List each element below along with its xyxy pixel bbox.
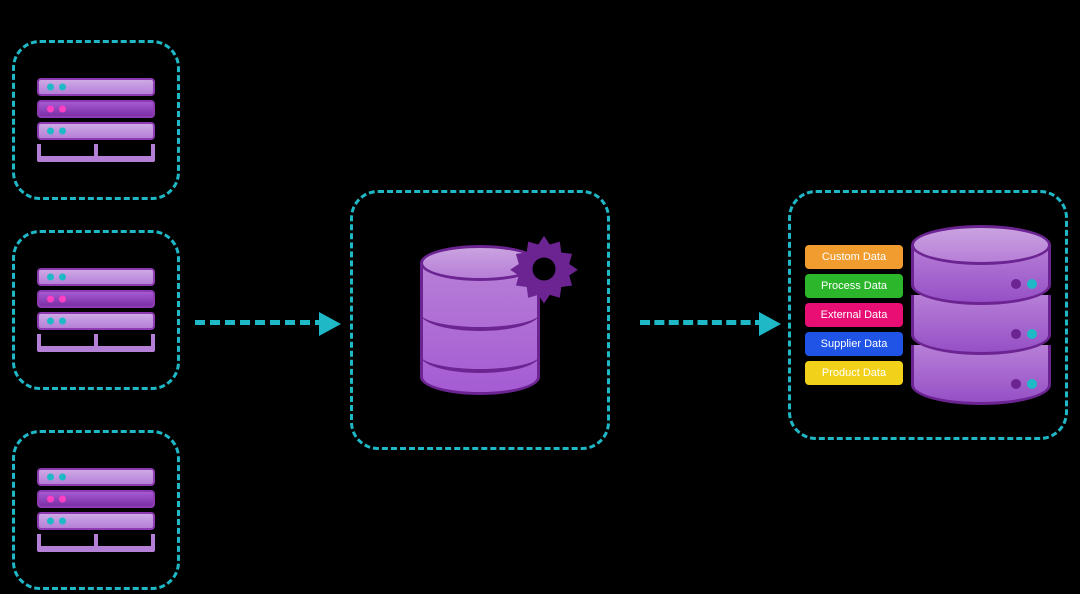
arrow-sources-to-processing	[195, 320, 325, 325]
data-label: Product Data	[805, 361, 903, 385]
gear-icon	[508, 233, 580, 305]
source-box-2	[12, 230, 180, 390]
data-label: Supplier Data	[805, 332, 903, 356]
server-rack-icon	[37, 468, 155, 552]
data-label: Custom Data	[805, 245, 903, 269]
data-label: Process Data	[805, 274, 903, 298]
database-gear-icon	[420, 245, 540, 395]
destination-box: Custom Data Process Data External Data S…	[788, 190, 1068, 440]
database-icon	[911, 225, 1051, 405]
processing-box	[350, 190, 610, 450]
source-box-1	[12, 40, 180, 200]
data-label: External Data	[805, 303, 903, 327]
source-box-3	[12, 430, 180, 590]
server-rack-icon	[37, 268, 155, 352]
arrow-processing-to-destination	[640, 320, 765, 325]
server-rack-icon	[37, 78, 155, 162]
data-label-list: Custom Data Process Data External Data S…	[805, 245, 903, 385]
